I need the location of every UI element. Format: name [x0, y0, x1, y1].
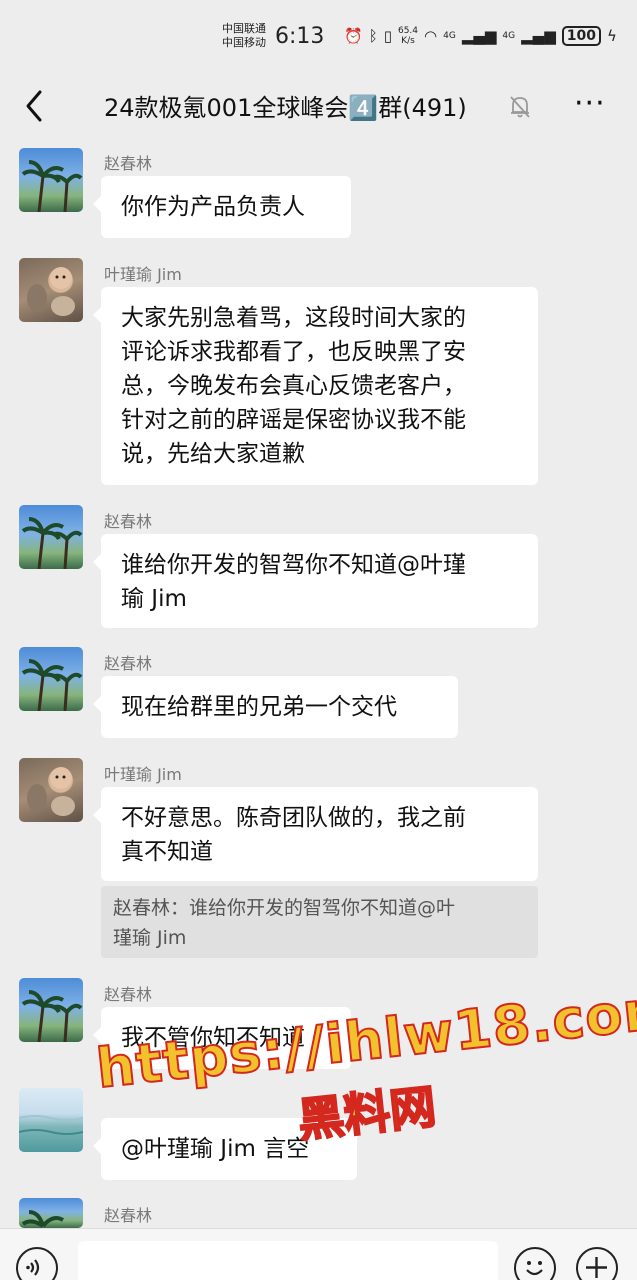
kid-photo-avatar-icon: [27, 767, 75, 816]
message-line: 说，先给大家道歉: [121, 441, 305, 467]
charging-icon: ϟ: [606, 27, 617, 45]
message-text: 现在给群里的兄弟一个交代: [121, 694, 397, 720]
carrier-names: 中国联通 中国移动: [222, 22, 266, 50]
wifi-icon: ◠: [424, 27, 438, 45]
avatar[interactable]: [19, 758, 83, 822]
avatar[interactable]: [19, 148, 83, 212]
message-bubble[interactable]: 大家先别急着骂，这段时间大家的 评论诉求我都看了，也反映黑了安 总，今晚发布会真…: [93, 287, 538, 485]
message-line: 谁给你开发的智驾你不知道@叶瑾: [121, 552, 466, 578]
palm-tree-avatar-icon: [21, 659, 83, 711]
bell-muted-icon: [508, 92, 532, 120]
message-line: 真不知道: [121, 839, 213, 865]
palm-tree-avatar-icon: [21, 1210, 65, 1228]
quote-line: 赵春林：谁给你开发的智驾你不知道@叶: [113, 897, 456, 919]
chevron-left-icon: [26, 90, 42, 122]
message-line: 评论诉求我都看了，也反映黑了安: [121, 339, 466, 365]
message-input-bar: [0, 1228, 637, 1280]
message-bubble[interactable]: 谁给你开发的智驾你不知道@叶瑾 瑜 Jim: [93, 534, 538, 628]
carrier-1: 中国联通: [222, 22, 266, 35]
status-icons: ⏰ ᛒ ▯ 65.4 K/s ◠ 4G ▂▄▆ 4G ▂▄▆ 100 ϟ: [344, 26, 617, 46]
back-button[interactable]: [20, 86, 50, 126]
quote-line: 瑾瑜 Jim: [113, 927, 187, 949]
avatar[interactable]: [19, 505, 83, 569]
kid-photo-avatar-icon: [27, 267, 75, 316]
alarm-icon: ⏰: [344, 27, 363, 45]
signal-1: 4G: [443, 31, 456, 41]
net-speed-value: 65.4: [397, 26, 419, 36]
plus-icon: [586, 1257, 607, 1278]
message-text: 我不管你知不知道: [121, 1025, 305, 1051]
plus-button[interactable]: [576, 1247, 618, 1280]
message-bubble[interactable]: 不好意思。陈奇团队做的，我之前 真不知道: [93, 787, 538, 881]
sender-name: 赵春林: [104, 154, 153, 173]
message-bubble[interactable]: 我不管你知不知道: [93, 1007, 351, 1069]
message-line: 瑜 Jim: [121, 586, 187, 612]
emoji-icon: [526, 1261, 543, 1276]
message-text: 你作为产品负责人: [121, 194, 305, 220]
palm-tree-avatar-icon: [21, 517, 83, 569]
message-bubble[interactable]: 你作为产品负责人: [93, 176, 351, 238]
signal-2: 4G: [502, 31, 516, 41]
sea-photo-avatar-icon: [19, 1115, 83, 1135]
message-line: 总，今晚发布会真心反馈老客户，: [121, 373, 466, 399]
avatar[interactable]: [19, 1198, 83, 1228]
sender-name: 赵春林: [104, 512, 153, 531]
avatar[interactable]: [19, 647, 83, 711]
carrier-2: 中国移动: [222, 36, 266, 49]
battery-indicator: 100: [561, 26, 601, 46]
avatar[interactable]: [19, 1088, 83, 1152]
net-speed: 65.4 K/s: [398, 26, 418, 46]
vibrate-icon: ▯: [383, 27, 392, 45]
message-bubble[interactable]: @叶瑾瑜 Jim 言空: [93, 1118, 357, 1180]
sender-name: 叶瑾瑜 Jim: [104, 765, 182, 784]
signal-bars-icon: ▂▄▆: [521, 27, 556, 45]
more-options-button[interactable]: ···: [574, 86, 610, 126]
emoji-button[interactable]: [514, 1247, 556, 1280]
palm-tree-avatar-icon: [21, 160, 83, 212]
message-input[interactable]: [78, 1241, 498, 1280]
avatar[interactable]: [19, 978, 83, 1042]
voice-button[interactable]: [16, 1247, 58, 1280]
status-bar: 中国联通 中国移动 6:13 ⏰ ᛒ ▯ 65.4 K/s ◠ 4G ▂▄▆ 4…: [0, 0, 637, 72]
voice-icon: [26, 1259, 40, 1276]
palm-tree-avatar-icon: [21, 990, 83, 1042]
message-bubble[interactable]: 现在给群里的兄弟一个交代: [93, 676, 458, 738]
sender-name: 赵春林: [104, 1206, 153, 1225]
sender-name: 叶瑾瑜 Jim: [104, 265, 182, 284]
message-line: 针对之前的辟谣是保密协议我不能: [121, 407, 466, 433]
clock: 6:13: [275, 24, 325, 49]
net-speed-unit: K/s: [401, 36, 415, 46]
sender-name: 赵春林: [104, 654, 153, 673]
message-line: 不好意思。陈奇团队做的，我之前: [121, 805, 466, 831]
message-line: 大家先别急着骂，这段时间大家的: [121, 305, 466, 331]
signal-bars-icon: ▂▄▆: [461, 27, 497, 45]
chat-title: 24款极氪001全球峰会4️⃣群(491): [104, 94, 467, 122]
quoted-reply[interactable]: 赵春林：谁给你开发的智驾你不知道@叶 瑾瑜 Jim: [101, 886, 538, 958]
message-text: @叶瑾瑜 Jim 言空: [121, 1136, 310, 1162]
chat-header: 24款极氪001全球峰会4️⃣群(491) ···: [0, 76, 637, 136]
sender-name: 赵春林: [104, 985, 153, 1004]
avatar[interactable]: [19, 258, 83, 322]
bluetooth-icon: ᛒ: [368, 27, 378, 45]
